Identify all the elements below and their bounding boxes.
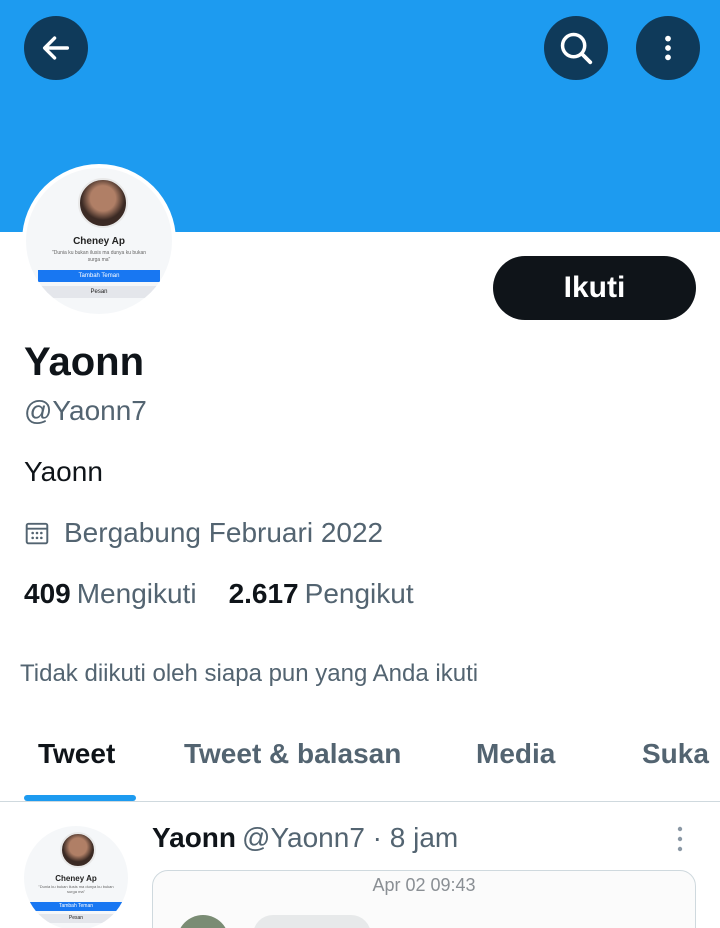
tweet-more-button[interactable]: [668, 824, 692, 854]
tweet-media[interactable]: Apr 02 09:43: [152, 870, 696, 928]
tab-media[interactable]: Media: [476, 738, 555, 770]
tweet-meta: @Yaonn7 · 8 jam: [242, 822, 459, 853]
more-options-button[interactable]: [636, 16, 700, 80]
active-tab-indicator: [24, 795, 136, 801]
avatar-image: Cheney Ap "Dunia ku bukan ilusis ma duny…: [26, 168, 172, 314]
avatar-embedded-add-friend: Tambah Teman: [38, 270, 160, 282]
avatar-embedded-message: Pesan: [38, 286, 160, 298]
follow-button[interactable]: Ikuti: [493, 256, 696, 320]
avatar-photo: [78, 178, 128, 228]
more-vertical-icon: [665, 35, 671, 61]
tab-tweet-replies[interactable]: Tweet & balasan: [184, 738, 401, 770]
followers-count: 2.617: [228, 578, 299, 609]
tweet-header: Yaonn @Yaonn7 · 8 jam: [152, 822, 458, 854]
following-link[interactable]: 409 Mengikuti: [24, 578, 197, 610]
tweet-avatar-quote: "Dunia ku bukan ilusis ma dunya ku bukan…: [38, 884, 114, 894]
followers-link[interactable]: 2.617 Pengikut: [229, 578, 414, 610]
media-avatar: [177, 915, 229, 928]
following-count: 409: [24, 578, 71, 609]
tweet-avatar-photo: [60, 832, 96, 868]
arrow-left-icon: [42, 36, 70, 60]
profile-stats: 409 Mengikuti 2.617 Pengikut: [24, 578, 414, 610]
avatar-embedded-name: Cheney Ap: [73, 236, 125, 247]
tab-likes[interactable]: Suka: [642, 738, 709, 770]
profile-avatar[interactable]: Cheney Ap "Dunia ku bukan ilusis ma duny…: [22, 164, 176, 318]
followers-label: Pengikut: [304, 578, 414, 609]
profile-tabs: Tweet Tweet & balasan Media Suka: [0, 720, 720, 802]
tab-tweet[interactable]: Tweet: [38, 738, 115, 770]
avatar-embedded-quote: "Dunia ku bukan ilusis ma dunya ku bukan…: [51, 250, 147, 263]
tweet-avatar-message: Pesan: [30, 914, 122, 923]
tweet-author-name[interactable]: Yaonn: [152, 822, 236, 853]
calendar-icon: [25, 522, 49, 545]
profile-handle: @Yaonn7: [24, 395, 147, 426]
search-icon: [560, 32, 593, 65]
profile-display-name: Yaonn: [24, 340, 145, 384]
joined-date: Bergabung Februari 2022: [24, 516, 383, 550]
tweet-avatar[interactable]: Cheney Ap "Dunia ku bukan ilusis ma duny…: [24, 826, 128, 928]
tweet-avatar-name: Cheney Ap: [55, 874, 97, 883]
followed-by-note: Tidak diikuti oleh siapa pun yang Anda i…: [20, 660, 479, 687]
back-button[interactable]: [24, 16, 88, 80]
following-label: Mengikuti: [76, 578, 197, 609]
media-timestamp: Apr 02 09:43: [372, 875, 476, 895]
media-bubble: [253, 915, 371, 928]
joined-label: Bergabung Februari 2022: [64, 517, 384, 548]
profile-bio: Yaonn: [24, 456, 103, 487]
more-vertical-icon: [677, 826, 683, 852]
search-button[interactable]: [544, 16, 608, 80]
tweet-avatar-add-friend: Tambah Teman: [30, 902, 122, 911]
